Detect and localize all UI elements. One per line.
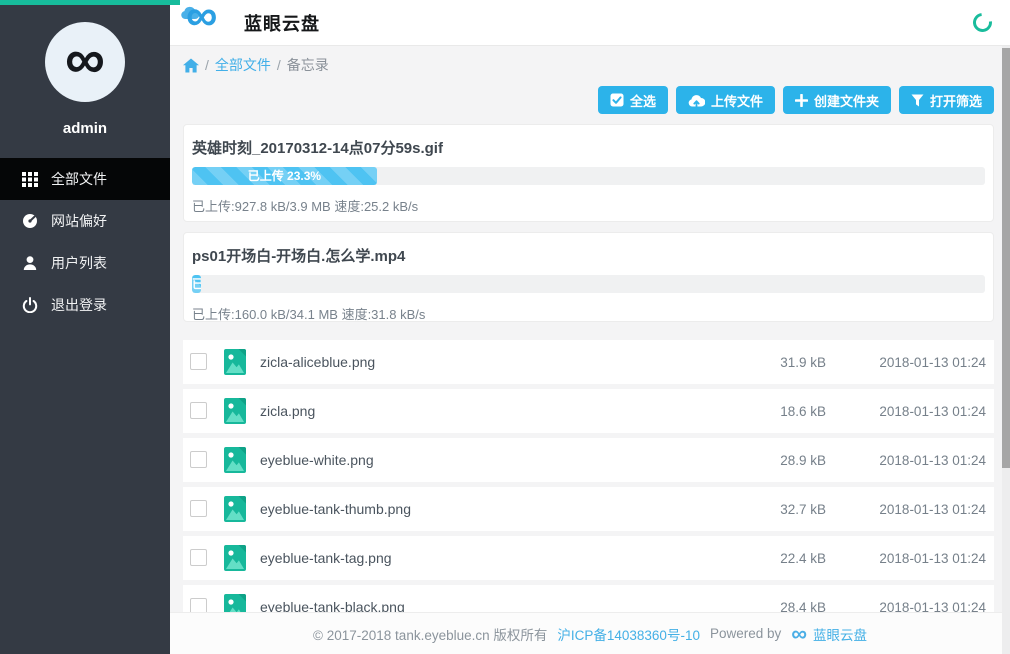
progress-bar-fill: 已上传 23.3% xyxy=(192,167,377,185)
file-date: 2018-01-13 01:24 xyxy=(879,355,986,370)
upload-stats: 已上传:927.8 kB/3.9 MB 速度:25.2 kB/s xyxy=(192,196,985,215)
scrollbar-track[interactable] xyxy=(1002,46,1010,654)
header: ∞ 蓝眼云盘 xyxy=(170,0,1010,46)
breadcrumb-current: 备忘录 xyxy=(287,55,329,75)
file-size: 31.9 kB xyxy=(780,355,826,370)
upload-card: 英雄时刻_20170312-14点07分59s.gif 已上传 23.3% 已上… xyxy=(183,124,994,222)
main-content: / 全部文件 / 备忘录 全选 上传文件 xyxy=(170,47,1010,612)
file-name[interactable]: zicla-aliceblue.png xyxy=(260,354,375,370)
file-date: 2018-01-13 01:24 xyxy=(879,502,986,517)
sidebar-item-label: 退出登录 xyxy=(51,295,107,315)
sidebar-item-logout[interactable]: 退出登录 xyxy=(0,284,170,326)
breadcrumb-link-all-files[interactable]: 全部文件 xyxy=(215,55,271,75)
file-row[interactable]: eyeblue-tank-tag.png 22.4 kB 2018-01-13 … xyxy=(183,536,994,580)
powered-by-text: Powered by xyxy=(710,626,781,641)
row-checkbox[interactable] xyxy=(190,500,207,517)
dashboard-icon xyxy=(21,213,38,230)
plus-icon xyxy=(795,94,808,107)
sidebar-item-label: 全部文件 xyxy=(51,169,107,189)
upload-stats: 已上传:160.0 kB/34.1 MB 速度:31.8 kB/s xyxy=(192,304,985,323)
open-filter-button[interactable]: 打开筛选 xyxy=(899,86,994,114)
upload-filename: 英雄时刻_20170312-14点07分59s.gif xyxy=(192,137,985,158)
sidebar-item-site-preferences[interactable]: 网站偏好 xyxy=(0,200,170,242)
select-all-button[interactable]: 全选 xyxy=(598,86,668,114)
app-logo-icon[interactable]: ∞ xyxy=(182,3,234,43)
file-date: 2018-01-13 01:24 xyxy=(879,551,986,566)
breadcrumb-separator: / xyxy=(205,57,209,73)
progress-bar-track: 已上传 xyxy=(192,275,985,293)
power-icon xyxy=(21,297,38,314)
avatar-infinity-logo-icon: ∞ xyxy=(65,31,105,87)
file-name[interactable]: zicla.png xyxy=(260,403,315,419)
file-row[interactable]: eyeblue-tank-black.png 28.4 kB 2018-01-1… xyxy=(183,585,994,612)
upload-card: ps01开场白-开场白.怎么学.mp4 已上传 已上传:160.0 kB/34.… xyxy=(183,232,994,322)
avatar[interactable]: ∞ xyxy=(45,22,125,102)
sidebar-item-all-files[interactable]: 全部文件 xyxy=(0,158,170,200)
file-name[interactable]: eyeblue-white.png xyxy=(260,452,374,468)
progress-bar-fill: 已上传 xyxy=(192,275,201,293)
row-checkbox[interactable] xyxy=(190,451,207,468)
file-name[interactable]: eyeblue-tank-tag.png xyxy=(260,550,392,566)
sidebar-item-user-list[interactable]: 用户列表 xyxy=(0,242,170,284)
file-row[interactable]: zicla-aliceblue.png 31.9 kB 2018-01-13 0… xyxy=(183,340,994,384)
file-size: 18.6 kB xyxy=(780,404,826,419)
file-row[interactable]: zicla.png 18.6 kB 2018-01-13 01:24 xyxy=(183,389,994,433)
breadcrumb: / 全部文件 / 备忘录 xyxy=(183,55,329,75)
toolbar: 全选 上传文件 创建文件夹 xyxy=(598,86,994,114)
image-file-icon xyxy=(224,496,246,527)
cloud-upload-icon xyxy=(688,94,705,107)
copyright-text: © 2017-2018 tank.eyeblue.cn 版权所有 xyxy=(313,624,547,644)
sidebar-item-label: 网站偏好 xyxy=(51,211,107,231)
create-folder-button[interactable]: 创建文件夹 xyxy=(783,86,891,114)
row-checkbox[interactable] xyxy=(190,549,207,566)
username: admin xyxy=(0,120,170,137)
image-file-icon xyxy=(224,545,246,576)
grid-icon xyxy=(21,171,38,188)
file-name[interactable]: eyeblue-tank-thumb.png xyxy=(260,501,411,517)
top-accent-strip xyxy=(0,0,180,5)
file-size: 28.9 kB xyxy=(780,453,826,468)
breadcrumb-separator: / xyxy=(277,57,281,73)
image-file-icon xyxy=(224,594,246,612)
row-checkbox[interactable] xyxy=(190,402,207,419)
sidebar: ∞ admin 全部文件 网站偏好 xyxy=(0,0,170,654)
image-file-icon xyxy=(224,447,246,478)
icp-link[interactable]: 沪ICP备14038360号-10 xyxy=(557,624,700,644)
upload-filename: ps01开场白-开场白.怎么学.mp4 xyxy=(192,245,985,266)
sidebar-item-label: 用户列表 xyxy=(51,253,107,273)
user-icon xyxy=(21,255,38,272)
file-size: 32.7 kB xyxy=(780,502,826,517)
file-row[interactable]: eyeblue-white.png 28.9 kB 2018-01-13 01:… xyxy=(183,438,994,482)
file-date: 2018-01-13 01:24 xyxy=(879,453,986,468)
sidebar-menu: 全部文件 网站偏好 用户列表 xyxy=(0,158,170,326)
file-name[interactable]: eyeblue-tank-black.png xyxy=(260,599,405,612)
file-size: 22.4 kB xyxy=(780,551,826,566)
page-title: 蓝眼云盘 xyxy=(244,10,320,36)
upload-file-button[interactable]: 上传文件 xyxy=(676,86,775,114)
check-square-icon xyxy=(610,93,624,107)
footer: © 2017-2018 tank.eyeblue.cn 版权所有 沪ICP备14… xyxy=(170,612,1010,654)
row-checkbox[interactable] xyxy=(190,598,207,612)
file-row[interactable]: eyeblue-tank-thumb.png 32.7 kB 2018-01-1… xyxy=(183,487,994,531)
progress-bar-track: 已上传 23.3% xyxy=(192,167,985,185)
row-checkbox[interactable] xyxy=(190,353,207,370)
footer-brand-link[interactable]: 蓝眼云盘 xyxy=(813,624,867,644)
file-date: 2018-01-13 01:24 xyxy=(879,404,986,419)
image-file-icon xyxy=(224,398,246,429)
file-date: 2018-01-13 01:24 xyxy=(879,600,986,613)
home-icon[interactable] xyxy=(183,58,199,73)
scrollbar-thumb[interactable] xyxy=(1002,48,1010,468)
file-size: 28.4 kB xyxy=(780,600,826,613)
loading-spinner-icon xyxy=(969,9,996,36)
filter-icon xyxy=(911,94,924,107)
image-file-icon xyxy=(224,349,246,380)
